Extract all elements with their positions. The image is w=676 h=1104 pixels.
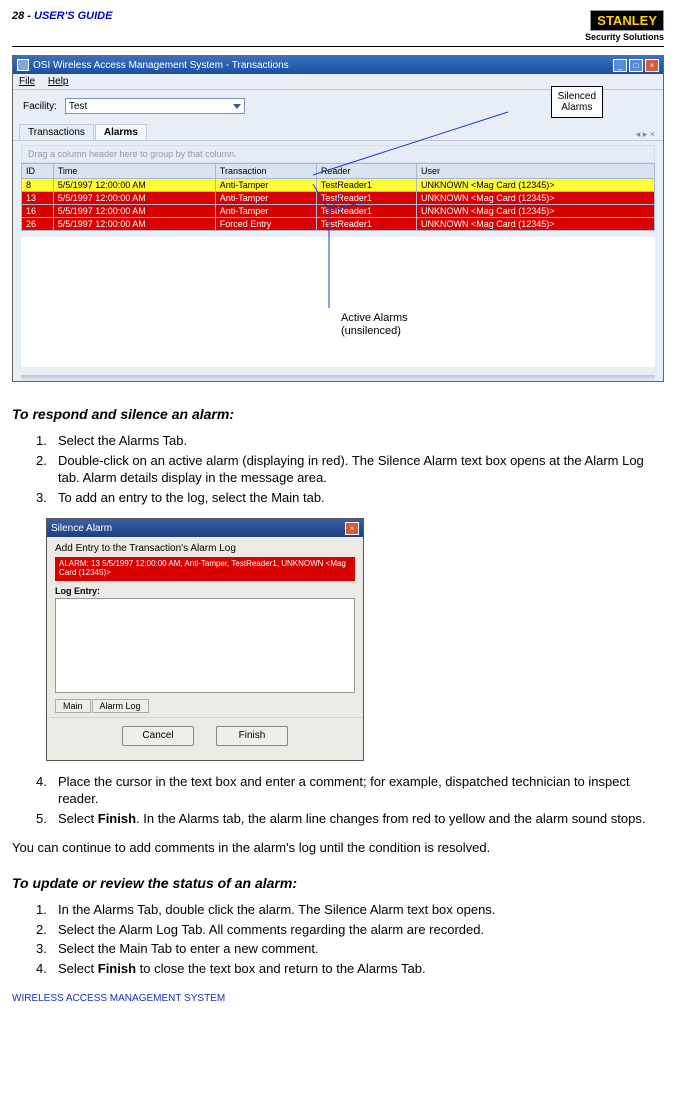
section1b-steps: 4.Place the cursor in the text box and e… — [36, 773, 664, 828]
app-icon — [17, 59, 29, 71]
finish-button[interactable]: Finish — [216, 726, 288, 746]
dialog-tab-main[interactable]: Main — [55, 699, 91, 713]
cell: Anti-Tamper — [215, 192, 316, 205]
dialog-tab-alarm-log[interactable]: Alarm Log — [92, 699, 149, 713]
close-button[interactable]: × — [645, 59, 659, 72]
tab-alarms[interactable]: Alarms — [95, 124, 147, 140]
tab-controls[interactable]: ◂ ▸ × — [636, 129, 657, 140]
tab-transactions[interactable]: Transactions — [19, 124, 94, 140]
facility-label: Facility: — [23, 101, 57, 112]
cell: UNKNOWN <Mag Card (12345)> — [417, 179, 655, 192]
header-rule — [12, 46, 664, 47]
step-text: Select the Alarms Tab. — [58, 432, 664, 450]
col-reader[interactable]: Reader — [316, 164, 416, 179]
callout-silenced: Silenced Alarms — [551, 86, 603, 118]
section2-steps: 1.In the Alarms Tab, double click the al… — [36, 901, 664, 977]
group-hint: Drag a column header here to group by th… — [21, 145, 655, 163]
cell: Anti-Tamper — [215, 205, 316, 218]
alarms-table: ID Time Transaction Reader User 85/5/199… — [21, 163, 655, 231]
cell: 5/5/1997 12:00:00 AM — [53, 192, 215, 205]
silence-alarm-dialog: Silence Alarm × Add Entry to the Transac… — [46, 518, 364, 761]
callout-active-label: Active Alarms (unsilenced) — [341, 312, 408, 338]
cell: 26 — [22, 218, 54, 231]
dialog-titlebar: Silence Alarm × — [47, 519, 363, 537]
step-text: Select the Alarm Log Tab. All comments r… — [58, 921, 664, 939]
col-id[interactable]: ID — [22, 164, 54, 179]
log-entry-label: Log Entry: — [55, 586, 355, 596]
chevron-down-icon — [233, 104, 241, 109]
step-text: Select Finish to close the text box and … — [58, 960, 664, 978]
step-text: In the Alarms Tab, double click the alar… — [58, 901, 664, 919]
cell: TestReader1 — [316, 218, 416, 231]
section1-after-text: You can continue to add comments in the … — [12, 839, 664, 857]
alarm-detail-bar: ALARM: 13 5/5/1997 12:00:00 AM, Anti-Tam… — [55, 557, 355, 581]
cell: 8 — [22, 179, 54, 192]
section2-title: To update or review the status of an ala… — [12, 875, 664, 891]
page-number: 28 - USER'S GUIDE — [12, 10, 112, 22]
page-header: 28 - USER'S GUIDE STANLEY Security Solut… — [12, 10, 664, 42]
cell: 5/5/1997 12:00:00 AM — [53, 179, 215, 192]
minimize-button[interactable]: _ — [613, 59, 627, 72]
col-transaction[interactable]: Transaction — [215, 164, 316, 179]
cell: 5/5/1997 12:00:00 AM — [53, 218, 215, 231]
cell: UNKNOWN <Mag Card (12345)> — [417, 218, 655, 231]
footer: WIRELESS ACCESS MANAGEMENT SYSTEM — [12, 993, 664, 1004]
section1-steps: 1.Select the Alarms Tab. 2.Double-click … — [36, 432, 664, 506]
step-text: To add an entry to the log, select the M… — [58, 489, 664, 507]
step-text: Select Finish. In the Alarms tab, the al… — [58, 810, 664, 828]
logo-text: STANLEY — [590, 10, 664, 31]
logo-subtitle: Security Solutions — [585, 32, 664, 42]
cell: TestReader1 — [316, 179, 416, 192]
maximize-button[interactable]: □ — [629, 59, 643, 72]
cancel-button[interactable]: Cancel — [122, 726, 194, 746]
cell: 16 — [22, 205, 54, 218]
blank-area: Active Alarms (unsilenced) — [21, 237, 655, 367]
col-time[interactable]: Time — [53, 164, 215, 179]
col-user[interactable]: User — [417, 164, 655, 179]
brand-logo: STANLEY Security Solutions — [585, 10, 664, 42]
tab-strip: Transactions Alarms ◂ ▸ × — [13, 124, 663, 141]
cell: 5/5/1997 12:00:00 AM — [53, 205, 215, 218]
cell: TestReader1 — [316, 192, 416, 205]
dialog-title: Silence Alarm — [51, 523, 112, 534]
log-entry-textbox[interactable] — [55, 598, 355, 693]
cell: Anti-Tamper — [215, 179, 316, 192]
step-text: Place the cursor in the text box and ent… — [58, 773, 664, 808]
status-bar — [21, 375, 655, 381]
step-text: Select the Main Tab to enter a new comme… — [58, 940, 664, 958]
step-text: Double-click on an active alarm (display… — [58, 452, 664, 487]
table-row[interactable]: 85/5/1997 12:00:00 AMAnti-TamperTestRead… — [22, 179, 655, 192]
cell: TestReader1 — [316, 205, 416, 218]
menu-help[interactable]: Help — [48, 76, 69, 87]
table-row[interactable]: 265/5/1997 12:00:00 AMForced EntryTestRe… — [22, 218, 655, 231]
dialog-close-button[interactable]: × — [345, 522, 359, 535]
facility-value: Test — [69, 101, 87, 112]
table-row[interactable]: 135/5/1997 12:00:00 AMAnti-TamperTestRea… — [22, 192, 655, 205]
cell: UNKNOWN <Mag Card (12345)> — [417, 192, 655, 205]
facility-select[interactable]: Test — [65, 98, 245, 114]
dialog-message: Add Entry to the Transaction's Alarm Log — [55, 543, 355, 554]
cell: UNKNOWN <Mag Card (12345)> — [417, 205, 655, 218]
table-row[interactable]: 165/5/1997 12:00:00 AMAnti-TamperTestRea… — [22, 205, 655, 218]
app-window: OSI Wireless Access Management System - … — [12, 55, 664, 382]
window-title: OSI Wireless Access Management System - … — [33, 60, 289, 71]
cell: Forced Entry — [215, 218, 316, 231]
menu-file[interactable]: File — [19, 76, 35, 87]
cell: 13 — [22, 192, 54, 205]
window-titlebar: OSI Wireless Access Management System - … — [13, 56, 663, 74]
section1-title: To respond and silence an alarm: — [12, 406, 664, 422]
